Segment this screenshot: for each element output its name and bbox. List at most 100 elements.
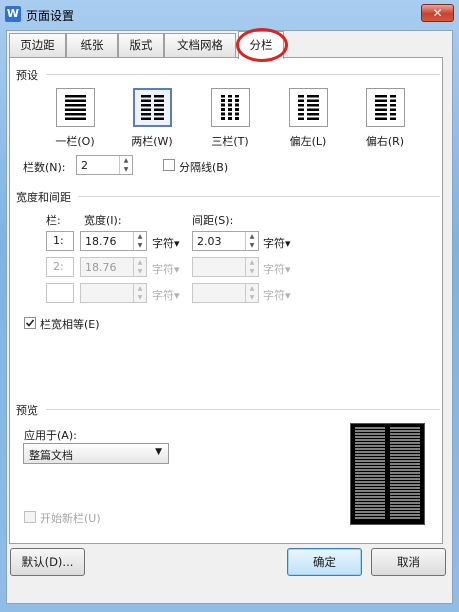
apply-to-label: 应用于(A):	[24, 429, 77, 442]
spacing-arrows-2[interactable]: ▲ ▼	[245, 258, 258, 276]
spin-down-icon[interactable]: ▼	[134, 241, 146, 250]
column-index-2: 2:	[46, 257, 74, 277]
preset-one-column[interactable]	[56, 88, 95, 127]
preset-left-label: 偏左(L)	[289, 135, 327, 148]
title-bar[interactable]: W 页面设置 ✕	[0, 0, 459, 30]
width-unit-2[interactable]: 字符▾	[152, 261, 180, 277]
default-button[interactable]: 默认(D)...	[10, 548, 85, 576]
right-columns-icon	[375, 95, 396, 120]
spacing-unit-text-1: 字符	[263, 237, 285, 250]
preset-two-columns[interactable]	[133, 88, 172, 127]
preset-right[interactable]	[366, 88, 405, 127]
width-unit-3[interactable]: 字符▾	[152, 287, 180, 303]
spin-up-icon[interactable]: ▲	[120, 156, 132, 165]
three-columns-icon	[220, 95, 241, 120]
two-columns-icon	[141, 95, 164, 120]
spin-up-icon[interactable]: ▲	[246, 284, 258, 293]
spacing-unit-text-2: 字符	[263, 263, 285, 276]
width-spacing-separator	[78, 196, 440, 197]
checkmark-icon	[25, 319, 35, 327]
tab-paper[interactable]: 纸张	[66, 33, 118, 57]
dropdown-arrow-icon: ▾	[285, 289, 291, 302]
spacing-unit-2[interactable]: 字符▾	[263, 261, 291, 277]
column-count-value: 2	[81, 159, 88, 172]
presets-separator	[46, 74, 440, 75]
spin-down-icon[interactable]: ▼	[134, 267, 146, 276]
spin-up-icon[interactable]: ▲	[134, 284, 146, 293]
preset-three-columns[interactable]	[211, 88, 250, 127]
spacing-header: 间距(S):	[192, 214, 234, 227]
width-stepper-2[interactable]: 18.76 ▲ ▼	[80, 257, 147, 277]
spin-down-icon[interactable]: ▼	[134, 293, 146, 302]
preset-right-label: 偏右(R)	[365, 135, 405, 148]
width-unit-1[interactable]: 字符▾	[152, 235, 180, 251]
width-unit-text-3: 字符	[152, 289, 174, 302]
new-column-checkbox[interactable]	[24, 511, 36, 523]
width-value-1: 18.76	[85, 235, 117, 248]
spin-down-icon[interactable]: ▼	[246, 267, 258, 276]
width-arrows-1[interactable]: ▲ ▼	[133, 232, 146, 250]
cancel-button[interactable]: 取消	[371, 548, 446, 576]
width-stepper-1[interactable]: 18.76 ▲ ▼	[80, 231, 147, 251]
spacing-arrows-1[interactable]: ▲ ▼	[245, 232, 258, 250]
app-icon: W	[5, 6, 21, 22]
preset-left[interactable]	[289, 88, 328, 127]
width-unit-text-2: 字符	[152, 263, 174, 276]
width-stepper-3[interactable]: ▲ ▼	[80, 283, 147, 303]
spin-down-icon[interactable]: ▼	[246, 241, 258, 250]
preset-three-columns-label: 三栏(T)	[211, 135, 249, 148]
equal-width-checkbox[interactable]	[24, 317, 36, 329]
preview-group-label: 预览	[16, 404, 38, 417]
spacing-stepper-1[interactable]: 2.03 ▲ ▼	[192, 231, 259, 251]
column-index-1: 1:	[46, 231, 74, 251]
spacing-stepper-3[interactable]: ▲ ▼	[192, 283, 259, 303]
spin-down-icon[interactable]: ▼	[246, 293, 258, 302]
dropdown-arrow-icon: ▾	[174, 289, 180, 302]
width-unit-text-1: 字符	[152, 237, 174, 250]
one-column-icon	[65, 95, 86, 120]
divider-label: 分隔线(B)	[179, 161, 229, 174]
column-count-arrows[interactable]: ▲ ▼	[119, 156, 132, 174]
tab-highlight-circle	[236, 28, 288, 62]
column-count-stepper[interactable]: 2 ▲ ▼	[76, 155, 133, 175]
preset-one-column-label: 一栏(O)	[55, 135, 95, 148]
close-icon: ✕	[432, 6, 443, 20]
width-arrows-2[interactable]: ▲ ▼	[133, 258, 146, 276]
equal-width-label: 栏宽相等(E)	[40, 318, 100, 331]
dropdown-arrow-icon: ▾	[174, 263, 180, 276]
column-index-3	[46, 283, 74, 303]
spacing-arrows-3[interactable]: ▲ ▼	[245, 284, 258, 302]
spin-up-icon[interactable]: ▲	[246, 232, 258, 241]
new-column-label: 开始新栏(U)	[40, 512, 101, 525]
tab-document-grid[interactable]: 文档网格	[164, 33, 236, 57]
dropdown-arrow-icon: ▼	[155, 447, 162, 457]
width-header: 宽度(I):	[84, 214, 122, 227]
width-value-2: 18.76	[85, 261, 117, 274]
tab-margins[interactable]: 页边距	[9, 33, 66, 57]
preview-page-icon	[355, 427, 420, 519]
spin-up-icon[interactable]: ▲	[134, 258, 146, 267]
spin-down-icon[interactable]: ▼	[120, 165, 132, 174]
columns-preview	[350, 423, 425, 525]
dropdown-arrow-icon: ▾	[174, 237, 180, 250]
close-button[interactable]: ✕	[421, 4, 454, 22]
ok-button[interactable]: 确定	[287, 548, 362, 576]
width-spacing-group-label: 宽度和间距	[16, 191, 71, 204]
spin-up-icon[interactable]: ▲	[246, 258, 258, 267]
divider-checkbox[interactable]	[163, 159, 175, 171]
spacing-unit-1[interactable]: 字符▾	[263, 235, 291, 251]
spacing-stepper-2[interactable]: ▲ ▼	[192, 257, 259, 277]
apply-to-select[interactable]: 整篇文档 ▼	[23, 443, 169, 464]
apply-to-value: 整篇文档	[29, 449, 73, 462]
preview-separator	[46, 409, 440, 410]
width-arrows-3[interactable]: ▲ ▼	[133, 284, 146, 302]
preset-two-columns-label: 两栏(W)	[131, 135, 173, 148]
column-count-label: 栏数(N):	[23, 161, 66, 174]
spin-up-icon[interactable]: ▲	[134, 232, 146, 241]
tab-layout[interactable]: 版式	[118, 33, 164, 57]
spacing-unit-3[interactable]: 字符▾	[263, 287, 291, 303]
dropdown-arrow-icon: ▾	[285, 263, 291, 276]
dialog-title: 页面设置	[26, 9, 75, 23]
dropdown-arrow-icon: ▾	[285, 237, 291, 250]
presets-group-label: 预设	[16, 69, 38, 82]
